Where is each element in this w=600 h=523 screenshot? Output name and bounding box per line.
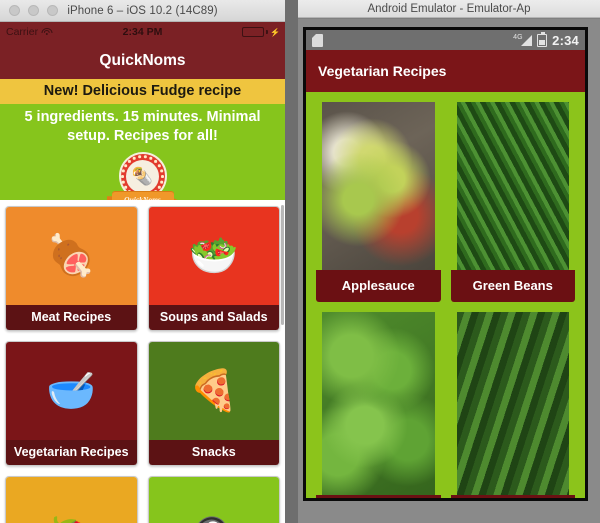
android-clock: 2:34 bbox=[552, 32, 579, 48]
ios-window-title: iPhone 6 – iOS 10.2 (14C89) bbox=[67, 4, 218, 17]
promo-body-text: 5 ingredients. 15 minutes. Minimal setup… bbox=[0, 104, 285, 153]
android-device-screen[interactable]: 4G 2:34 Vegetarian Recipes Applesauce Gre… bbox=[303, 27, 588, 501]
asparagus-photo bbox=[456, 312, 569, 495]
android-recipe-cell[interactable]: Applesauce bbox=[316, 102, 441, 302]
ios-category-label: Vegetarian Recipes bbox=[6, 440, 137, 465]
ios-category-cell[interactable]: 🍕 Snacks bbox=[147, 341, 280, 466]
salad-bowl-icon: 🥗 bbox=[148, 207, 279, 305]
bowl-of-apples-photo bbox=[322, 102, 435, 270]
ios-category-cell[interactable]: 🥣 Vegetarian Recipes bbox=[5, 341, 138, 466]
android-recipe-grid: Applesauce Green Beans bbox=[306, 92, 585, 498]
vegetable-plate-icon: 🥣 bbox=[6, 342, 137, 440]
ios-category-label: Soups and Salads bbox=[148, 305, 279, 330]
desktop-background: iPhone 6 – iOS 10.2 (14C89) Carrier 2:34… bbox=[0, 0, 600, 523]
android-emulator-window[interactable]: Android Emulator - Emulator-Ap 4G 2:34 V… bbox=[298, 0, 600, 523]
window-gap bbox=[285, 0, 298, 523]
meat-kebab-icon: 🍖 bbox=[6, 207, 137, 305]
ios-category-label: Snacks bbox=[148, 440, 279, 465]
ios-simulator-window[interactable]: iPhone 6 – iOS 10.2 (14C89) Carrier 2:34… bbox=[0, 0, 285, 523]
android-status-right-group: 4G 2:34 bbox=[513, 31, 579, 48]
ios-scrollbar[interactable] bbox=[281, 205, 284, 325]
ios-category-cell[interactable]: 🍖 Meat Recipes bbox=[5, 206, 138, 331]
sim-card-icon bbox=[312, 33, 323, 47]
ios-clock: 2:34 PM bbox=[122, 26, 163, 38]
ios-category-label: Meat Recipes bbox=[6, 305, 137, 330]
brussels-sprouts-photo bbox=[322, 312, 435, 495]
battery-icon bbox=[537, 31, 548, 47]
ios-category-cell[interactable]: 🍓 bbox=[5, 476, 138, 523]
strawberry-icon: 🍓 bbox=[6, 477, 137, 523]
android-recipe-cell[interactable]: Green Beans bbox=[450, 102, 575, 302]
breakfast-egg-icon: 🍳 bbox=[148, 477, 279, 523]
android-page-title: Vegetarian Recipes bbox=[318, 63, 447, 79]
promo-headline: New! Delicious Fudge recipe bbox=[0, 79, 285, 104]
network-type-label: 4G bbox=[513, 33, 523, 41]
android-recipe-label bbox=[450, 495, 575, 498]
page-title: QuickNoms bbox=[99, 51, 186, 69]
ios-window-titlebar[interactable]: iPhone 6 – iOS 10.2 (14C89) bbox=[0, 0, 285, 22]
ios-status-bar: Carrier 2:34 PM ⚡ bbox=[0, 22, 285, 42]
android-recipe-cell[interactable] bbox=[450, 312, 575, 498]
pizza-slice-icon: 🍕 bbox=[148, 342, 279, 440]
green-beans-skillet-photo bbox=[456, 102, 569, 270]
android-recipe-label bbox=[316, 495, 441, 498]
android-recipe-cell[interactable] bbox=[316, 312, 441, 498]
ios-category-cell[interactable]: 🍳 bbox=[147, 476, 280, 523]
ios-category-scroll-area[interactable]: 🍖 Meat Recipes 🥗 Soups and Salads 🥣 Vegetaria… bbox=[0, 200, 285, 523]
ios-category-cell[interactable]: 🥗 Soups and Salads bbox=[147, 206, 280, 331]
android-emulator-body: 4G 2:34 Vegetarian Recipes Applesauce Gre… bbox=[298, 19, 600, 523]
android-recipe-label: Applesauce bbox=[316, 270, 441, 302]
android-recipe-label: Green Beans bbox=[450, 270, 575, 302]
ios-navigation-bar: QuickNoms bbox=[0, 42, 285, 79]
android-window-titlebar[interactable]: Android Emulator - Emulator-Ap bbox=[298, 0, 600, 18]
android-recipe-list-area[interactable]: Applesauce Green Beans bbox=[306, 92, 585, 498]
signal-bars-icon: 4G bbox=[513, 34, 533, 46]
android-status-bar: 4G 2:34 bbox=[306, 30, 585, 50]
ios-category-grid: 🍖 Meat Recipes 🥗 Soups and Salads 🥣 Vegetaria… bbox=[0, 200, 285, 523]
android-window-title: Android Emulator - Emulator-Ap bbox=[367, 2, 531, 15]
android-action-bar: Vegetarian Recipes bbox=[306, 50, 585, 92]
